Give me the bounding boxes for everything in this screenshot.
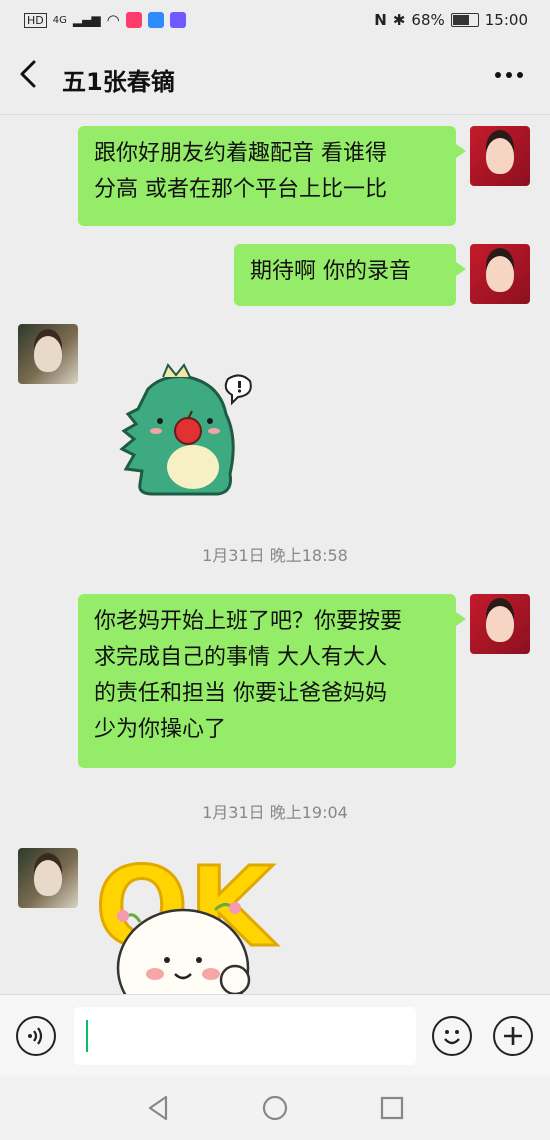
voice-icon[interactable] — [16, 1016, 56, 1056]
hd-indicator: HD — [24, 12, 47, 28]
message-list[interactable]: 跟你好朋友约着趣配音 看谁得 分高 或者在那个平台上比一比 期待啊 你的录音 1… — [0, 114, 550, 994]
more-dots-icon[interactable] — [492, 58, 526, 100]
signal-icon: ▂▄▆ — [72, 13, 101, 27]
my-avatar[interactable] — [470, 594, 530, 654]
ok-bun-sticker[interactable]: OK — [94, 842, 295, 994]
clock: 15:00 — [484, 11, 528, 29]
app-notification-icon — [125, 12, 142, 28]
nfc-icon: N — [374, 11, 387, 29]
message-input[interactable] — [74, 1007, 416, 1065]
app-notification-icon-3 — [169, 12, 186, 28]
plus-icon[interactable] — [493, 1016, 533, 1056]
my-avatar[interactable] — [470, 126, 530, 186]
wifi-icon: ◠ — [106, 11, 120, 29]
back-arrow-icon[interactable] — [16, 58, 52, 98]
message-bubble[interactable]: 期待啊 你的录音 — [234, 244, 466, 306]
timestamp: 1月31日 晚上19:04 — [202, 803, 348, 822]
contact-avatar[interactable] — [18, 848, 78, 908]
battery-percent: 68% — [411, 11, 445, 29]
app-notification-icon-2 — [147, 12, 164, 28]
message-bubble[interactable]: 跟你好朋友约着趣配音 看谁得 分高 或者在那个平台上比一比 — [78, 126, 466, 226]
contact-avatar[interactable] — [18, 324, 78, 384]
nav-recents-icon[interactable] — [378, 1094, 406, 1122]
network-indicator: 4G — [52, 14, 67, 26]
green-dinosaur-apple-sticker[interactable] — [108, 359, 258, 504]
message-bubble[interactable]: 你老妈开始上班了吧？你要按要 求完成自己的事情 大人有大人 的责任和担当 你要让… — [78, 594, 466, 768]
bluetooth-icon: ✱ — [392, 11, 406, 29]
my-avatar[interactable] — [470, 244, 530, 304]
nav-back-icon[interactable] — [144, 1094, 172, 1122]
chat-header: 五1张春镝 — [0, 42, 550, 115]
nav-home-icon[interactable] — [261, 1094, 289, 1122]
chat-title: 五1张春镝 — [62, 68, 175, 96]
input-bar — [0, 994, 550, 1077]
status-bar: HD 4G ▂▄▆ ◠ N ✱ 68% 15:00 — [0, 0, 550, 42]
timestamp: 1月31日 晚上18:58 — [202, 546, 348, 565]
text-caret — [86, 1020, 88, 1052]
emoji-icon[interactable] — [432, 1016, 472, 1056]
battery-icon — [450, 13, 479, 27]
system-nav-bar — [0, 1076, 550, 1140]
